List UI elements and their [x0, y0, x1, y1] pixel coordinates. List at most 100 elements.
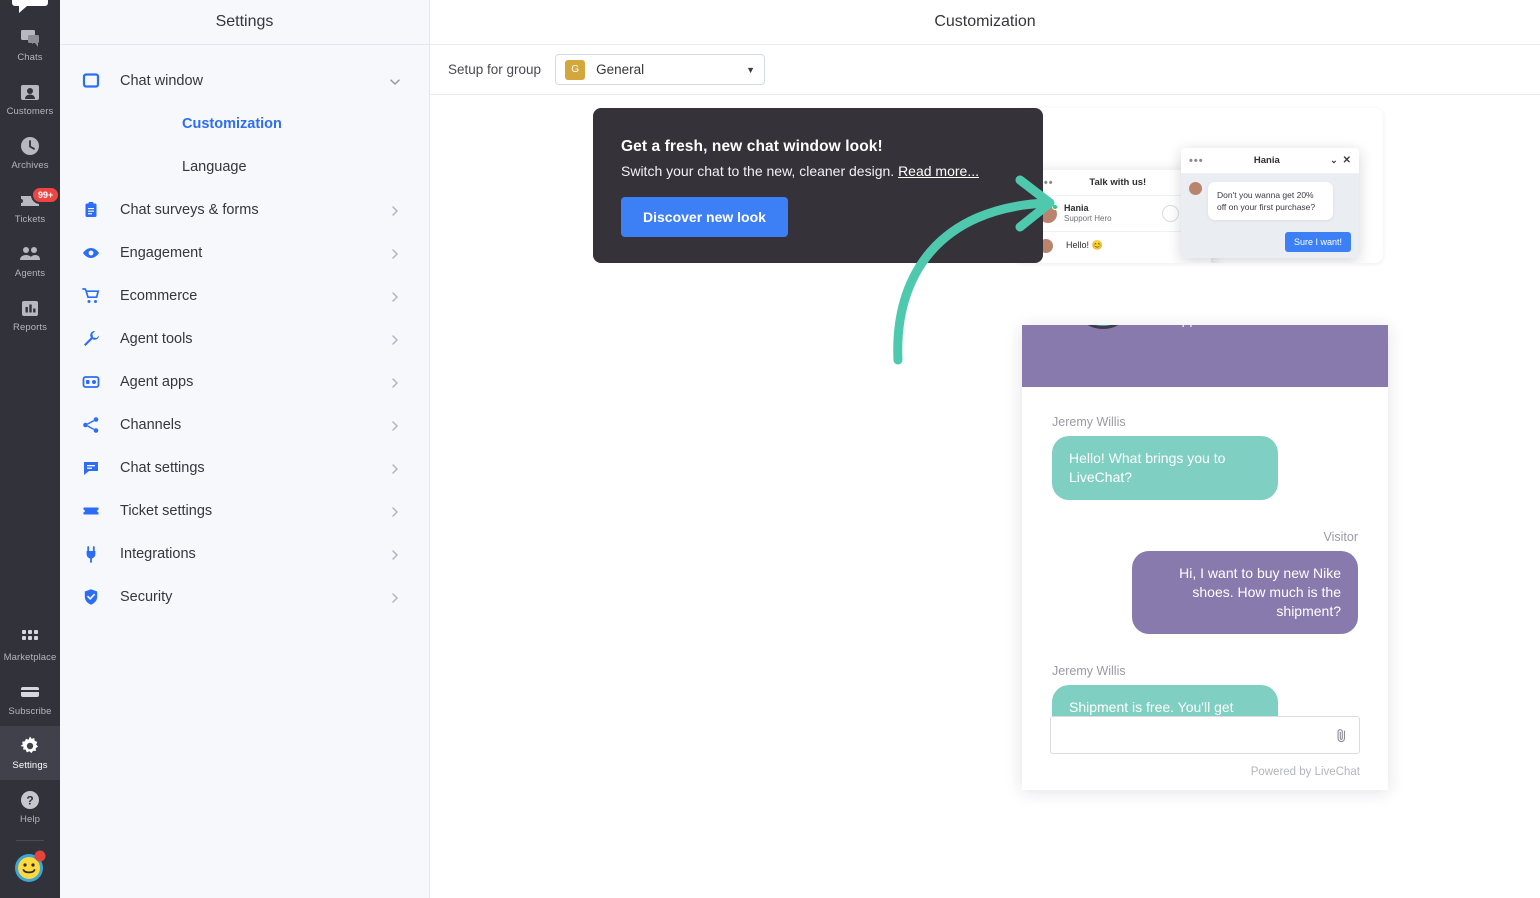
rail-item-reports[interactable]: Reports [0, 288, 60, 342]
hand-wave-icon[interactable] [1162, 205, 1179, 222]
sidebar-item-engagement[interactable]: Engagement [60, 231, 429, 274]
chevron-right-icon [389, 462, 401, 474]
chevron-right-icon [389, 290, 401, 302]
rail-item-label: Reports [13, 322, 47, 333]
shopping-cart-icon [82, 287, 100, 305]
customers-card-icon [19, 81, 41, 103]
rail-item-tickets[interactable]: 99+ Tickets [0, 180, 61, 234]
preview-header: Support hero [1022, 325, 1388, 387]
mini-window-cta-button[interactable]: Sure I want! [1284, 232, 1351, 252]
rail-item-label: Customers [6, 106, 54, 117]
mini-window-title: Hania [1253, 155, 1280, 166]
livechat-bubble-logo [11, 0, 49, 16]
mini-window-message-row: Don't you wanna get 20% off on your firs… [1181, 174, 1359, 224]
close-icon: ✕ [1342, 155, 1351, 166]
preview-message-group: Visitor Hi, I want to buy new Nike shoes… [1052, 530, 1358, 634]
sidebar-item-label: Ticket settings [120, 502, 213, 519]
chevron-right-icon [389, 505, 401, 517]
rail-item-agents[interactable]: Agents [0, 234, 60, 288]
smiley-avatar-icon[interactable] [13, 850, 47, 884]
rail-item-label: Archives [11, 160, 49, 171]
rail-divider [16, 840, 44, 841]
message-bubble: Hello! What brings you to LiveChat? [1052, 436, 1278, 500]
page-title: Customization [430, 0, 1540, 45]
sidebar-item-security[interactable]: Security [60, 575, 429, 618]
mini-window-titlebar: ••• Hania ⌄ ✕ [1181, 148, 1359, 174]
reports-bar-icon [19, 297, 41, 319]
sidebar-item-label: Chat window [120, 72, 204, 89]
gear-icon [19, 735, 41, 757]
paperclip-icon[interactable] [1335, 727, 1349, 743]
rail-item-label: Subscribe [8, 706, 52, 717]
main-panel: Customization Setup for group G General … [430, 0, 1540, 898]
sidebar-item-label: Integrations [120, 545, 196, 562]
wrench-icon [82, 330, 100, 348]
promo-subheading: Switch your chat to the new, cleaner des… [621, 163, 1043, 179]
chevron-right-icon [389, 204, 401, 216]
sidebar-item-channels[interactable]: Channels [60, 403, 429, 446]
chevron-right-icon [389, 591, 401, 603]
help-question-icon: ? [19, 789, 41, 811]
mini-window-message: Don't you wanna get 20% off on your firs… [1208, 182, 1333, 220]
sidebar-item-agent-tools[interactable]: Agent tools [60, 317, 429, 360]
rail-item-help[interactable]: ? Help [0, 780, 60, 834]
mini-window-title: Talk with us! [1089, 177, 1147, 188]
rail-bottom-items: Marketplace Subscribe Settings ? Help [0, 618, 60, 898]
message-author: Visitor [1323, 530, 1358, 544]
rail-primary-items: Chats Customers Archives 99+ Tickets Age… [0, 18, 61, 342]
group-avatar: G [565, 59, 586, 80]
online-dot [1052, 203, 1058, 210]
sidebar-item-chat-settings[interactable]: Chat settings [60, 446, 429, 489]
subscribe-card-icon [19, 681, 41, 703]
sidebar-item-label: Agent tools [120, 330, 193, 347]
sidebar-item-label: Chat surveys & forms [120, 201, 259, 218]
preview-header-title: Support hero [1022, 325, 1388, 327]
chevron-right-icon [389, 419, 401, 431]
chevron-right-icon [389, 548, 401, 560]
agent-name: Hania [1064, 203, 1089, 213]
preview-message-group: Jeremy Willis Hello! What brings you to … [1052, 415, 1358, 500]
sidebar-item-chat-window[interactable]: Chat window [60, 59, 429, 102]
rail-item-label: Chats [17, 52, 43, 63]
sidebar-item-language[interactable]: Language [60, 145, 429, 188]
agent-avatar [1189, 182, 1202, 195]
rail-item-settings[interactable]: Settings [0, 726, 60, 780]
discover-new-look-button[interactable]: Discover new look [621, 197, 788, 237]
chat-bubbles-icon [19, 27, 41, 49]
agent-apps-icon [82, 373, 100, 391]
sidebar-item-label: Ecommerce [120, 287, 198, 304]
preview-message-input[interactable] [1050, 716, 1360, 754]
rail-item-subscribe[interactable]: Subscribe [0, 672, 60, 726]
rail-item-marketplace[interactable]: Marketplace [0, 618, 60, 672]
clock-archive-icon [19, 135, 41, 157]
chevron-right-icon [389, 247, 401, 259]
eye-icon [82, 244, 100, 262]
promo-banner: Get a fresh, new chat window look! Switc… [593, 108, 1043, 263]
sidebar-item-label: Engagement [120, 244, 203, 261]
sidebar-item-customization[interactable]: Customization [60, 102, 429, 145]
sidebar-item-integrations[interactable]: Integrations [60, 532, 429, 575]
rail-item-label: Agents [14, 268, 46, 279]
rail-item-archives[interactable]: Archives [0, 126, 60, 180]
promo-heading: Get a fresh, new chat window look! [621, 138, 883, 155]
rail-item-customers[interactable]: Customers [0, 72, 60, 126]
sidebar-item-ticket-settings[interactable]: Ticket settings [60, 489, 429, 532]
sidebar-item-agent-apps[interactable]: Agent apps [60, 360, 429, 403]
chat-settings-icon [82, 459, 100, 477]
group-select[interactable]: G General ▼ [555, 54, 766, 85]
chevron-right-icon [389, 376, 401, 388]
svg-text:?: ? [26, 794, 33, 808]
sidebar-item-ecommerce[interactable]: Ecommerce [60, 274, 429, 317]
more-dots-icon: ••• [1189, 154, 1204, 167]
agent-role: Support Hero [1064, 214, 1112, 223]
rail-item-chats[interactable]: Chats [0, 18, 60, 72]
sidebar-item-chat-surveys-forms[interactable]: Chat surveys & forms [60, 188, 429, 231]
message-author: Jeremy Willis [1052, 664, 1126, 678]
promo-read-more-link[interactable]: Read more... [898, 163, 979, 179]
sidebar-item-label: Chat settings [120, 459, 205, 476]
mini-window-message: Hello! 😊 [1059, 236, 1110, 255]
sidebar-item-label: Channels [120, 416, 182, 433]
marketplace-grid-icon [19, 627, 41, 649]
group-selector-label: Setup for group [448, 62, 542, 77]
